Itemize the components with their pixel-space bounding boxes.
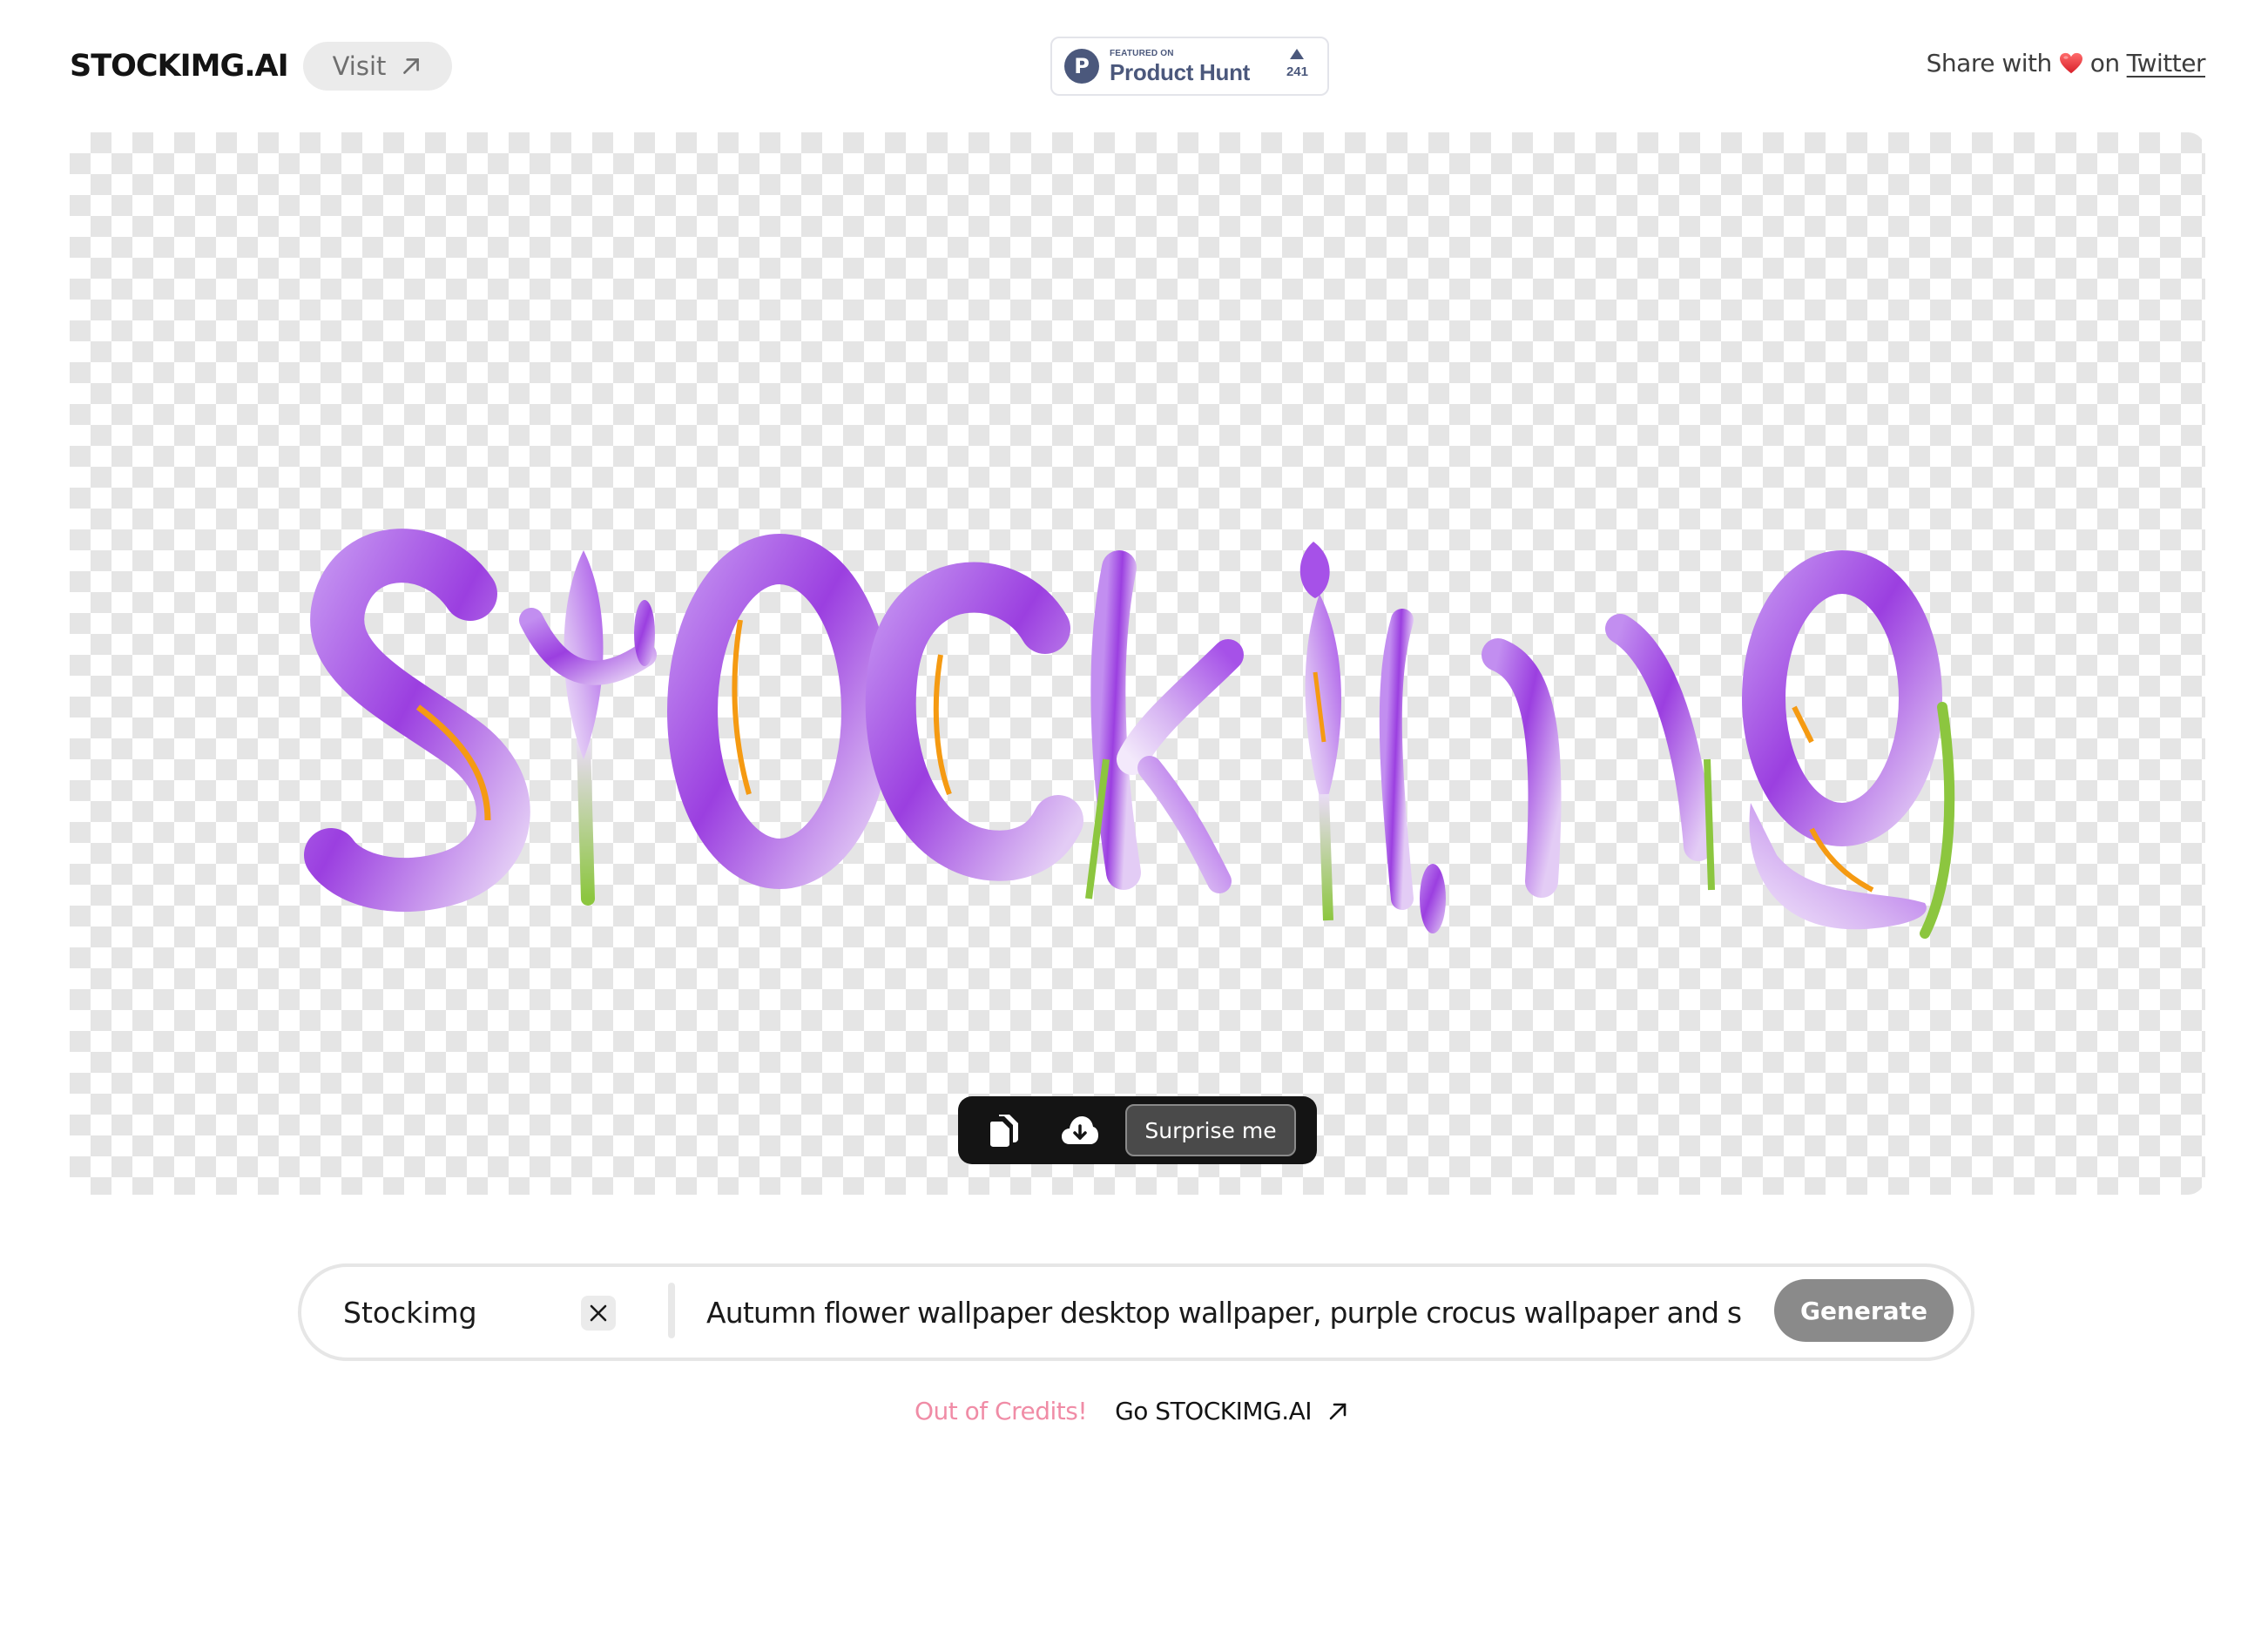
- vote-count: 241: [1286, 64, 1308, 79]
- surprise-me-button[interactable]: Surprise me: [1125, 1104, 1296, 1156]
- product-hunt-text: FEATURED ON Product Hunt: [1110, 48, 1251, 85]
- letter-t-stem: [577, 735, 595, 906]
- visit-label: Visit: [332, 51, 387, 81]
- product-hunt-name: Product Hunt: [1110, 58, 1251, 85]
- image-toolbar: Surprise me: [958, 1096, 1317, 1164]
- product-hunt-votes: 241: [1286, 49, 1308, 79]
- letter-k-stem: [1090, 550, 1141, 890]
- product-hunt-badge[interactable]: P FEATURED ON Product Hunt 241: [1050, 37, 1329, 96]
- letter-g-stroke: [1605, 614, 1713, 861]
- upvote-triangle-icon: [1290, 49, 1305, 59]
- letter-i-dot: [1299, 542, 1330, 598]
- prompt-bar: Generate: [298, 1263, 1974, 1361]
- letter-c: [865, 562, 1083, 881]
- product-hunt-logo-icon: P: [1064, 49, 1099, 84]
- arrow-up-right-icon: [403, 58, 420, 74]
- visit-button[interactable]: Visit: [303, 42, 452, 91]
- prompt-input[interactable]: [706, 1288, 1769, 1337]
- stamen: [1792, 705, 1814, 744]
- brand-logo[interactable]: STOCKIMG.AI: [70, 45, 289, 87]
- featured-on-label: FEATURED ON: [1110, 48, 1174, 58]
- letter-i-stem: [1319, 793, 1333, 921]
- page: STOCKIMG.AI Visit P FEATURED ON Product …: [0, 0, 2268, 1644]
- credits-row: Out of Credits! Go STOCKIMG.AI: [915, 1397, 1348, 1425]
- go-stockimg-label: Go STOCKIMG.AI: [1115, 1397, 1313, 1425]
- letter-k-arm: [1117, 639, 1244, 775]
- arrow-up-right-icon: [1329, 1403, 1347, 1419]
- cloud-download-icon: [1062, 1116, 1098, 1144]
- bud-petal: [1420, 864, 1446, 933]
- clear-text-button[interactable]: [581, 1296, 616, 1331]
- out-of-credits-label: Out of Credits!: [915, 1397, 1088, 1425]
- heart-icon: [2059, 52, 2082, 73]
- stamen: [933, 654, 952, 796]
- text-input[interactable]: [343, 1288, 561, 1337]
- twitter-link[interactable]: Twitter: [2127, 49, 2206, 77]
- letter-k-leg: [1137, 756, 1232, 893]
- letter-n-arch: [1482, 638, 1562, 898]
- close-icon: [590, 1304, 607, 1322]
- dot-petal: [634, 600, 655, 666]
- letter-i-flower: [1305, 594, 1341, 812]
- stamen: [732, 619, 752, 795]
- letter-o: [667, 534, 892, 889]
- image-canvas: [70, 132, 2205, 1195]
- copy-icon: [990, 1115, 1018, 1147]
- generated-image: [304, 529, 1955, 939]
- flower-letters: [304, 529, 1955, 939]
- share-prefix: Share with: [1926, 49, 2053, 77]
- download-button[interactable]: [1061, 1111, 1099, 1149]
- leaf: [1704, 758, 1715, 891]
- letter-g-bowl: [1742, 550, 1942, 846]
- generate-button[interactable]: Generate: [1774, 1279, 1954, 1342]
- letter-n-left: [1379, 609, 1414, 910]
- share-text: Share with on Twitter: [1926, 49, 2206, 77]
- go-stockimg-link[interactable]: Go STOCKIMG.AI: [1115, 1397, 1348, 1425]
- share-on: on: [2089, 49, 2120, 77]
- copy-button[interactable]: [986, 1111, 1024, 1149]
- letter-s-petal: [304, 529, 530, 913]
- input-divider: [668, 1283, 675, 1338]
